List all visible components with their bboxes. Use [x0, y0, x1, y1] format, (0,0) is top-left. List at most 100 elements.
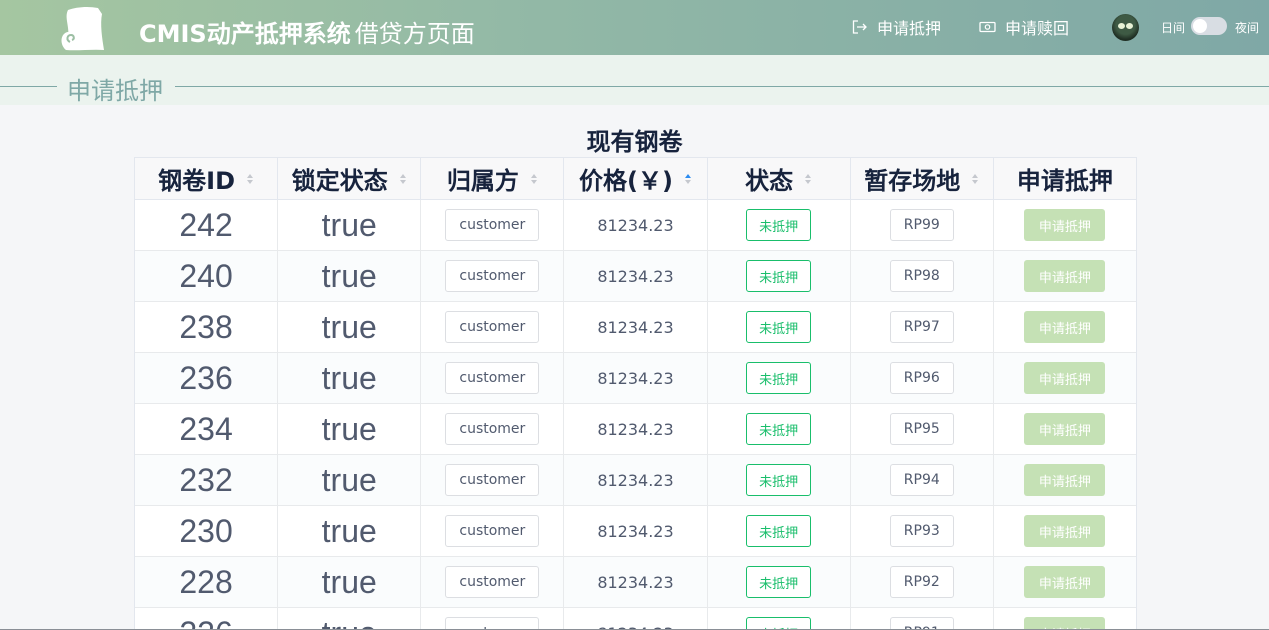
theme-toggle[interactable]	[1191, 17, 1227, 35]
night-mode-label: 夜间	[1235, 21, 1260, 35]
site-button[interactable]: RP92	[889, 566, 954, 598]
status-button[interactable]: 未抵押	[746, 515, 812, 547]
user-avatar[interactable]	[1112, 14, 1139, 41]
sort-icon[interactable]	[530, 173, 538, 184]
site-button[interactable]: RP99	[889, 209, 954, 241]
owner-button[interactable]: customer	[445, 311, 540, 343]
column-header-id[interactable]: 钢卷ID	[135, 158, 279, 199]
cell-owner: customer	[421, 302, 565, 352]
owner-button[interactable]: customer	[445, 260, 540, 292]
apply-mortgage-button[interactable]: 申请抵押	[1024, 209, 1106, 241]
nav-apply-redeem[interactable]: 申请赎回	[979, 16, 1069, 38]
cell-site: RP98	[851, 251, 994, 301]
sort-icon[interactable]	[805, 173, 812, 184]
sort-icon[interactable]	[399, 173, 407, 184]
apply-mortgage-button[interactable]: 申请抵押	[1024, 260, 1106, 292]
coil-id: 232	[179, 461, 233, 498]
owner-button[interactable]: customer	[445, 362, 540, 394]
nav-apply-mortgage[interactable]: 申请抵押	[852, 16, 941, 38]
price-value: 81234.23	[597, 317, 674, 337]
cell-price: 81234.23	[564, 557, 708, 607]
cell-owner: customer	[421, 506, 565, 556]
owner-button[interactable]: customer	[445, 515, 540, 547]
cell-locked: true	[278, 506, 422, 556]
coil-id: 236	[179, 359, 233, 396]
table-row: 240 true customer 81234.23 未抵押 RP98 申请抵押	[135, 251, 1136, 302]
owner-button[interactable]: customer	[445, 413, 540, 445]
owner-button[interactable]: customer	[445, 464, 540, 496]
cell-status: 未抵押	[708, 404, 851, 454]
divider	[175, 86, 1269, 87]
page-title: 申请抵押	[67, 77, 163, 105]
column-header-site[interactable]: 暂存场地	[851, 158, 994, 199]
cell-status: 未抵押	[708, 251, 851, 301]
theme-toggle-knob	[1193, 19, 1207, 33]
column-header-locked[interactable]: 锁定状态	[278, 158, 422, 199]
status-button[interactable]: 未抵押	[746, 566, 812, 598]
cell-owner: customer	[421, 353, 565, 403]
cell-owner: customer	[421, 455, 565, 505]
status-button[interactable]: 未抵押	[746, 209, 812, 241]
status-button[interactable]: 未抵押	[746, 311, 812, 343]
column-header-price[interactable]: 价格(￥)	[564, 158, 708, 199]
lock-status: true	[322, 615, 377, 630]
apply-mortgage-button[interactable]: 申请抵押	[1024, 566, 1106, 598]
price-value: 81234.23	[597, 266, 674, 286]
app-title: CMIS动产抵押系统 借贷方页面	[139, 14, 475, 49]
site-button[interactable]: RP96	[889, 362, 954, 394]
nav-apply-redeem-label: 申请赎回	[1005, 19, 1070, 38]
cell-status: 未抵押	[708, 557, 851, 607]
table-row: 236 true customer 81234.23 未抵押 RP96 申请抵押	[135, 353, 1136, 404]
cell-apply: 申请抵押	[994, 404, 1136, 454]
site-button[interactable]: RP98	[889, 260, 954, 292]
apply-mortgage-button[interactable]: 申请抵押	[1024, 413, 1106, 445]
cell-locked: true	[278, 557, 422, 607]
site-button[interactable]: RP93	[889, 515, 954, 547]
sort-ascending-icon[interactable]	[684, 173, 692, 184]
status-button[interactable]: 未抵押	[746, 413, 812, 445]
cell-status: 未抵押	[708, 506, 851, 556]
coil-id: 228	[179, 563, 233, 600]
table-row: 234 true customer 81234.23 未抵押 RP95 申请抵押	[135, 404, 1136, 455]
cell-owner: customer	[421, 404, 565, 454]
owner-button[interactable]: customer	[445, 566, 540, 598]
column-header-status[interactable]: 状态	[708, 158, 851, 199]
site-button[interactable]: RP97	[889, 311, 954, 343]
logo-icon	[61, 6, 104, 51]
table-row: 226 true customer 81234.23 未抵押 RP91 申请抵押	[135, 608, 1136, 630]
cell-locked: true	[278, 353, 422, 403]
lock-status: true	[321, 308, 377, 345]
cell-price: 81234.23	[564, 302, 708, 352]
status-button[interactable]: 未抵押	[746, 464, 812, 496]
cell-owner: customer	[421, 557, 565, 607]
status-button[interactable]: 未抵押	[746, 260, 812, 292]
sort-icon[interactable]	[247, 173, 254, 184]
app-subtitle: 借贷方页面	[354, 20, 475, 48]
owner-button[interactable]: customer	[445, 209, 540, 241]
price-value: 81234.23	[597, 368, 674, 388]
cell-locked: true	[278, 200, 422, 250]
table-row: 228 true customer 81234.23 未抵押 RP92 申请抵押	[135, 557, 1136, 608]
lock-status: true	[321, 563, 377, 600]
cell-apply: 申请抵押	[994, 506, 1136, 556]
cell-id: 238	[135, 302, 279, 352]
cell-owner: customer	[421, 608, 565, 630]
apply-mortgage-button[interactable]: 申请抵押	[1024, 311, 1106, 343]
sort-icon[interactable]	[972, 173, 979, 184]
apply-mortgage-button[interactable]: 申请抵押	[1024, 362, 1106, 394]
app-brand: CMIS动产抵押系统	[139, 20, 351, 48]
site-button[interactable]: RP95	[889, 413, 954, 445]
lock-status: true	[321, 461, 377, 498]
site-button[interactable]: RP94	[889, 464, 954, 496]
cell-id: 242	[135, 200, 279, 250]
apply-mortgage-button[interactable]: 申请抵押	[1024, 464, 1106, 496]
cell-site: RP94	[851, 455, 994, 505]
cell-price: 81234.23	[564, 506, 708, 556]
page-title-band	[0, 55, 1269, 105]
status-button[interactable]: 未抵押	[746, 362, 812, 394]
column-header-owner[interactable]: 归属方	[421, 158, 565, 199]
coil-id: 242	[179, 206, 233, 243]
price-value: 81234.23	[597, 215, 674, 235]
cell-price: 81234.23	[564, 455, 708, 505]
apply-mortgage-button[interactable]: 申请抵押	[1024, 515, 1106, 547]
